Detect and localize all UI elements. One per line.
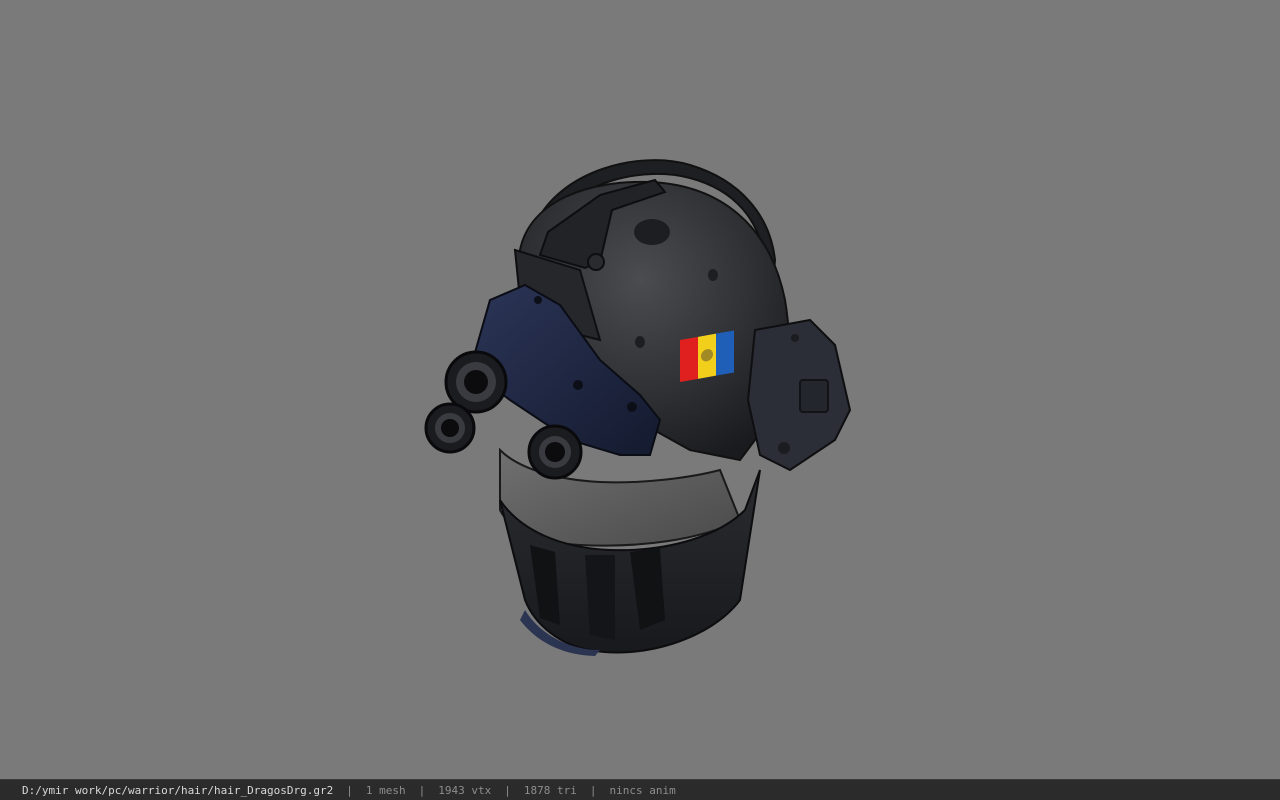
nvg-lens-right — [527, 424, 583, 480]
anim-status: nincs anim — [609, 783, 676, 797]
status-bar: D:/ymir work/pc/warrior/hair/hair_Dragos… — [0, 779, 1280, 800]
separator: | — [589, 783, 597, 797]
separator: | — [346, 783, 353, 797]
vertex-count: 1943 vtx — [438, 783, 492, 797]
mesh-count: 1 mesh — [365, 783, 406, 797]
file-path: D:/ymir work/pc/warrior/hair/hair_Dragos… — [22, 783, 334, 797]
triangle-count: 1878 tri — [523, 783, 577, 797]
separator: | — [504, 783, 511, 797]
separator: | — [418, 783, 426, 797]
helmet-model[interactable] — [0, 0, 1280, 779]
nvg-lens-left — [424, 402, 476, 454]
3d-viewport[interactable] — [0, 0, 1280, 779]
